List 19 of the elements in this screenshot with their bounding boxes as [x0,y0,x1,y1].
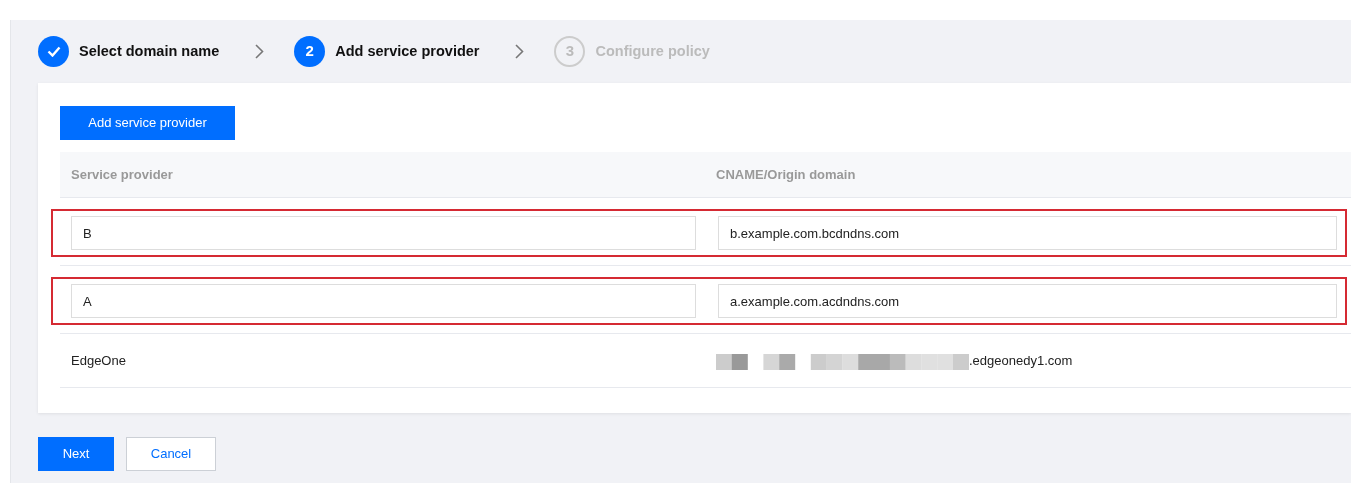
domain-field[interactable]: a.example.com.acdndns.com [718,284,1337,318]
step-number: 3 [554,36,586,67]
table-cell-text: .edgeonedy1.com [969,351,1073,370]
next-button[interactable]: Next [38,437,114,471]
table-cell: EdgeOne [71,352,126,368]
provider-field[interactable]: A [71,284,696,318]
cancel-button[interactable]: Cancel [126,437,216,471]
check-icon [38,36,69,67]
column-header: CNAME/Origin domain [715,165,857,184]
step-label: Select domain name [79,41,220,61]
step-label: Add service provider [335,41,480,61]
step-number: 2 [294,36,326,67]
column-header: Service provider [70,165,174,184]
domain-field[interactable]: b.example.com.bcdndns.com [718,216,1337,250]
chevron-icon [515,44,525,59]
step-label: Configure policy [595,41,710,61]
add-provider-button[interactable]: Add service provider [60,106,235,140]
chevron-icon [255,44,265,59]
provider-field[interactable]: B [71,216,696,250]
